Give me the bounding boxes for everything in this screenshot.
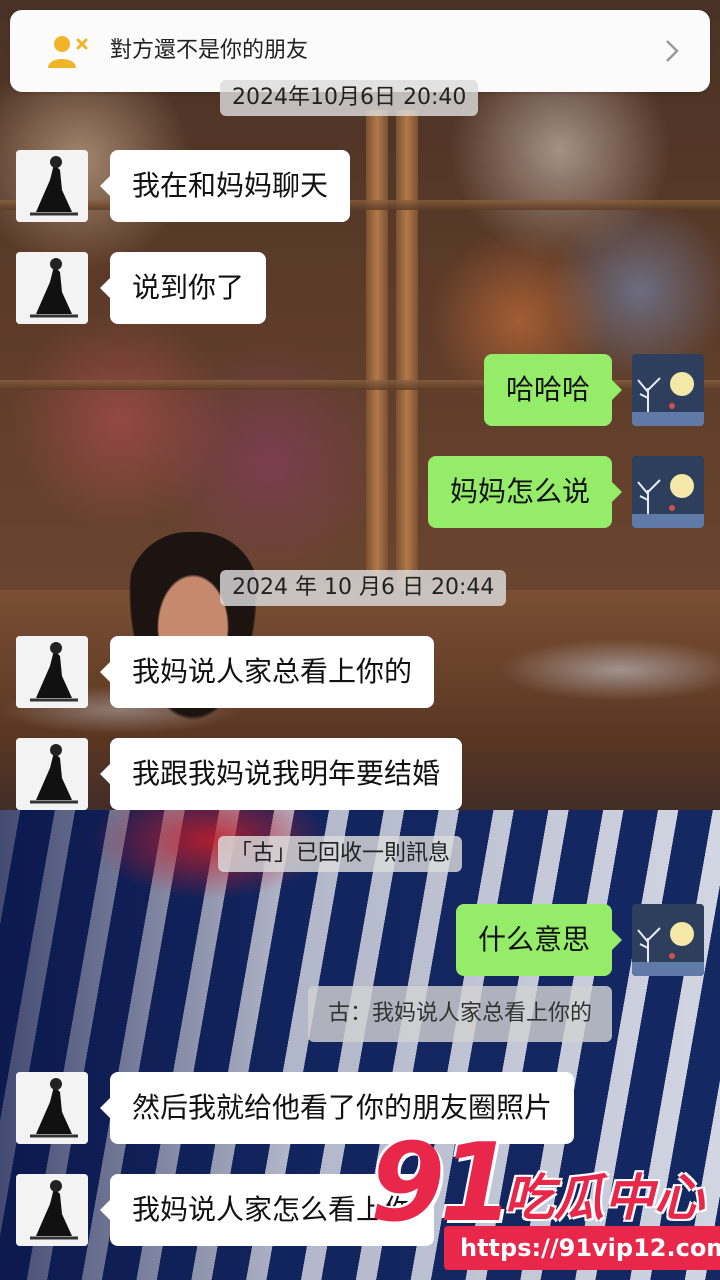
watermark-url: https://91vip12.com bbox=[444, 1226, 720, 1270]
avatar-figure-icon bbox=[16, 738, 88, 810]
chevron-right-icon bbox=[666, 40, 679, 62]
background-post bbox=[366, 110, 388, 590]
notice-text: 對方還不是你的朋友 bbox=[110, 38, 309, 63]
background-shelf-line bbox=[0, 200, 720, 210]
contact-avatar[interactable] bbox=[16, 1174, 88, 1246]
contact-avatar[interactable] bbox=[16, 636, 88, 708]
avatar-figure-icon bbox=[16, 1174, 88, 1246]
my-avatar[interactable] bbox=[632, 354, 704, 426]
avatar-moon-tree-icon bbox=[632, 354, 704, 426]
contact-avatar[interactable] bbox=[16, 738, 88, 810]
background-post bbox=[396, 110, 418, 590]
recalled-message-notice: 「古」已回收一則訊息 bbox=[218, 836, 463, 872]
contact-avatar[interactable] bbox=[16, 1072, 88, 1144]
message-bubble-received[interactable]: 我在和妈妈聊天 bbox=[99, 150, 351, 222]
timestamp: 2024年10月6日 20:40 bbox=[220, 80, 479, 116]
watermark-name: 吃瓜中心 bbox=[504, 1169, 704, 1227]
avatar-figure-icon bbox=[16, 1072, 88, 1144]
message-bubble-sent[interactable]: 哈哈哈 bbox=[483, 354, 623, 426]
message-bubble-sent[interactable]: 妈妈怎么说 bbox=[427, 456, 623, 528]
avatar-moon-tree-icon bbox=[632, 456, 704, 528]
my-avatar[interactable] bbox=[632, 904, 704, 976]
avatar-figure-icon bbox=[16, 252, 88, 324]
add-friend-icon bbox=[48, 36, 88, 68]
message-bubble-received[interactable]: 我跟我妈说我明年要结婚 bbox=[99, 738, 463, 810]
quoted-message[interactable]: 古：我妈说人家总看上你的 bbox=[307, 986, 612, 1042]
watermark: 91 吃瓜中心 https://91vip12.com bbox=[364, 1124, 720, 1280]
message-bubble-sent[interactable]: 什么意思 bbox=[455, 904, 623, 976]
contact-avatar[interactable] bbox=[16, 252, 88, 324]
message-bubble-received[interactable]: 说到你了 bbox=[99, 252, 267, 324]
timestamp: 2024 年 10 月6 日 20:44 bbox=[220, 570, 507, 606]
message-bubble-received[interactable]: 我妈说人家总看上你的 bbox=[99, 636, 435, 708]
avatar-figure-icon bbox=[16, 636, 88, 708]
avatar-figure-icon bbox=[16, 150, 88, 222]
avatar-moon-tree-icon bbox=[632, 904, 704, 976]
my-avatar[interactable] bbox=[632, 456, 704, 528]
contact-avatar[interactable] bbox=[16, 150, 88, 222]
